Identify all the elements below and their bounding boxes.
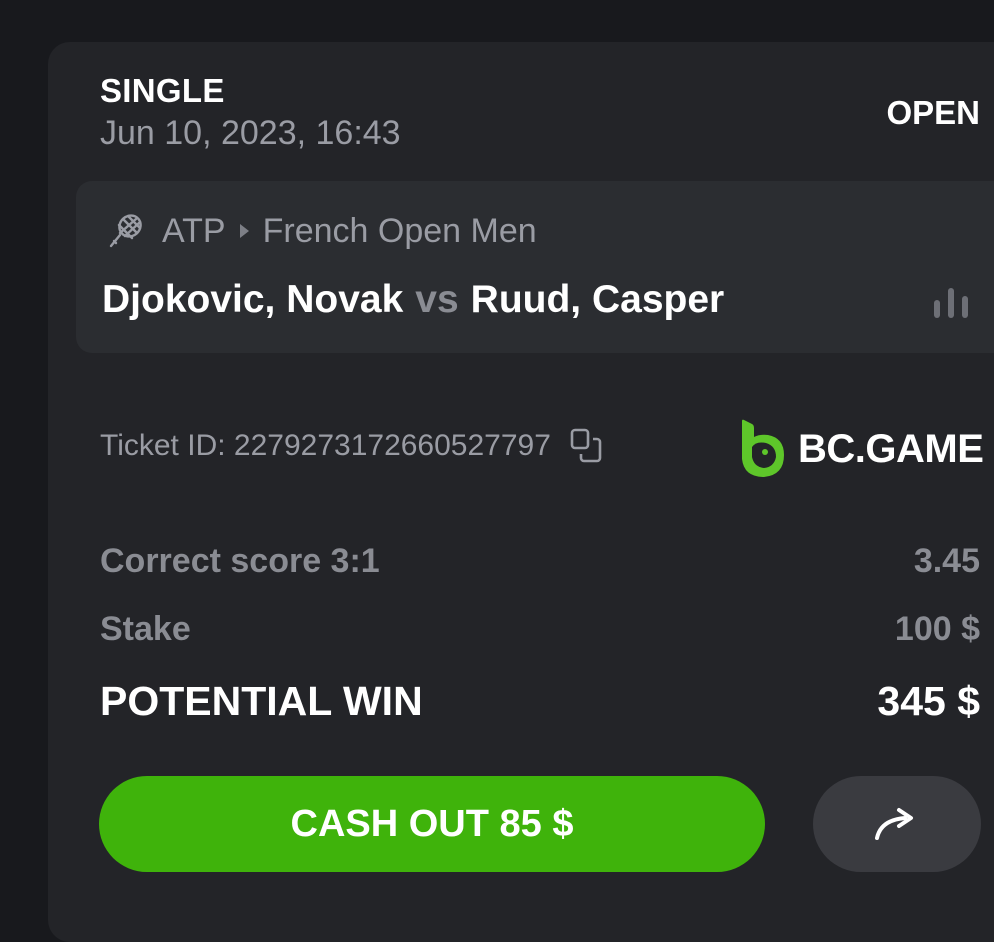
event-box[interactable] (76, 181, 994, 353)
selection-row: Correct score 3:1 3.45 (100, 542, 980, 581)
stake-row: Stake 100 $ (100, 610, 980, 649)
stake-value: 100 $ (894, 610, 980, 648)
bet-type: SINGLE (100, 72, 225, 109)
event-category: ATP (162, 211, 226, 250)
potential-win-label: POTENTIAL WIN (100, 678, 423, 724)
ticket-id: Ticket ID: 2279273172660527797 (100, 429, 551, 462)
brand-logo: BC.GAME (738, 418, 984, 480)
bc-game-logo-icon (742, 419, 784, 477)
selection-market: Correct score 3:1 (100, 542, 380, 580)
status-badge: OPEN (886, 94, 980, 131)
home-player: Djokovic, Novak (102, 278, 404, 321)
away-player: Ruud, Casper (470, 278, 725, 321)
cash-out-button[interactable]: CASH OUT 85 $ (99, 776, 765, 872)
vs-label: vs (415, 278, 459, 321)
potential-win-row: POTENTIAL WIN 345 $ (100, 678, 980, 725)
copy-icon[interactable] (569, 427, 605, 465)
brand-name: BC.GAME (798, 426, 984, 471)
ticket-id-row: Ticket ID: 2279273172660527797 (100, 424, 605, 468)
event-tournament: French Open Men (262, 211, 537, 250)
bet-date: Jun 10, 2023, 16:43 (100, 114, 401, 152)
breadcrumb-arrow-icon (239, 224, 249, 238)
share-arrow-icon (875, 808, 913, 840)
selection-odds: 3.45 (913, 542, 980, 580)
potential-win-value: 345 $ (877, 678, 980, 724)
match-title: Djokovic, Novak vs Ruud, Casper (102, 278, 724, 322)
tennis-racket-icon (109, 214, 142, 248)
event-breadcrumb: ATP French Open Men (106, 208, 537, 254)
stake-label: Stake (100, 610, 191, 648)
share-button[interactable] (813, 776, 981, 872)
stats-icon[interactable] (932, 286, 970, 320)
